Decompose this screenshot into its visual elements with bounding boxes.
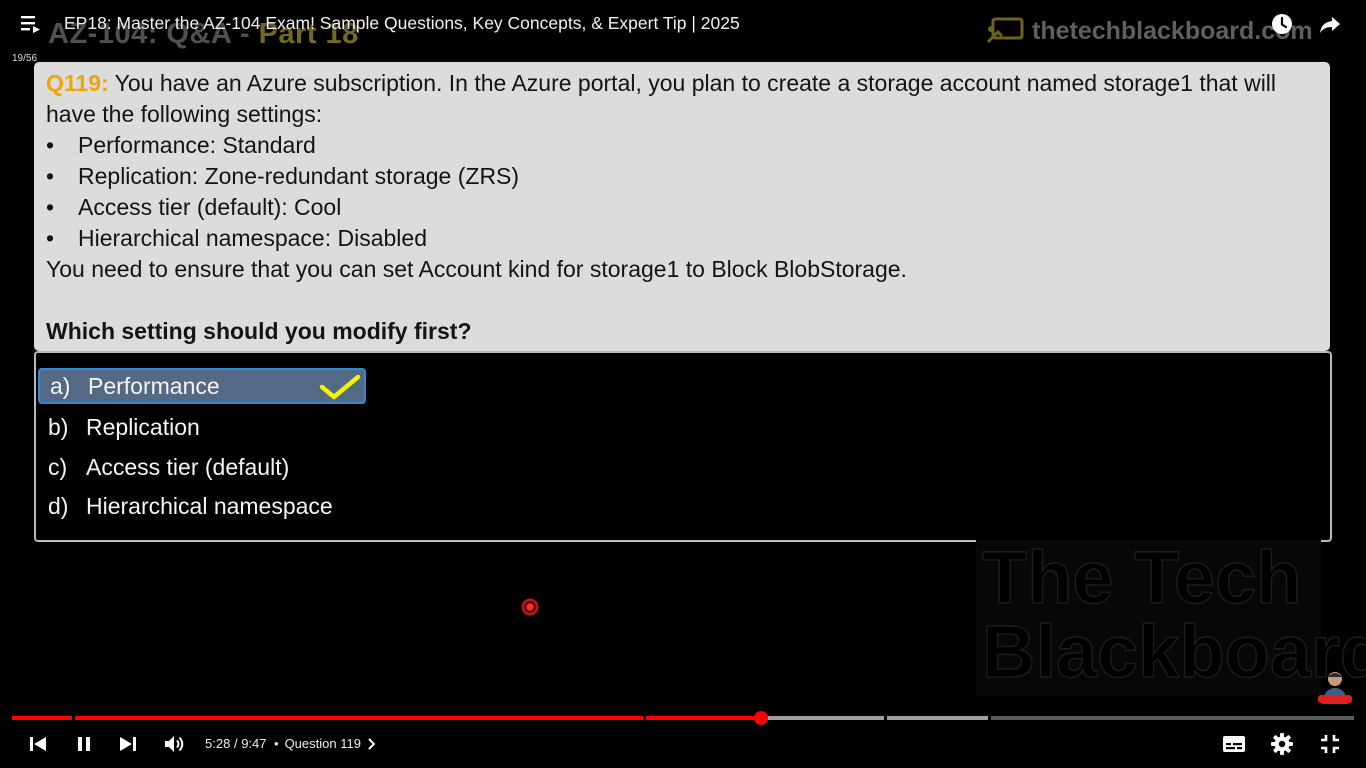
chapter-button[interactable]: • Question 119 xyxy=(274,736,375,751)
volume-icon[interactable] xyxy=(162,732,186,756)
blackboard-logo-icon xyxy=(986,17,1024,44)
watermark-line-2: Blackboard xyxy=(981,610,1366,693)
channel-avatar[interactable] xyxy=(1318,668,1352,704)
chapter-bullet: • xyxy=(274,736,279,751)
pause-icon[interactable] xyxy=(72,732,96,756)
skip-next-icon[interactable] xyxy=(116,732,140,756)
progress-bar[interactable] xyxy=(12,716,1354,720)
chevron-right-icon xyxy=(368,737,375,750)
share-arrow-icon[interactable] xyxy=(1318,12,1342,36)
gear-icon[interactable] xyxy=(1270,732,1294,756)
time-separator: / xyxy=(233,736,238,751)
setting-replication: Replication: Zone-redundant storage (ZRS… xyxy=(46,161,1318,192)
chapter-divider xyxy=(884,716,887,720)
time-display: 5:28 / 9:47 xyxy=(205,736,267,751)
watermark: The Tech Blackboard xyxy=(976,536,1366,696)
setting-hierarchical-namespace: Hierarchical namespace: Disabled xyxy=(46,223,1318,254)
answer-text: Access tier (default) xyxy=(86,453,290,480)
chapter-divider xyxy=(643,716,646,720)
question-number: Q119: xyxy=(46,70,109,96)
answer-option-c: c) Access tier (default) xyxy=(46,449,366,485)
setting-performance: Performance: Standard xyxy=(46,130,1318,161)
duration: 9:47 xyxy=(241,736,267,751)
answers-box: a) Performance b) Replication c) Access … xyxy=(34,351,1332,542)
answer-letter: d) xyxy=(48,492,69,519)
question-intro-line-1: Q119: You have an Azure subscription. In… xyxy=(46,68,1318,99)
exit-fullscreen-icon[interactable] xyxy=(1318,732,1342,756)
chapter-title: Question 119 xyxy=(284,736,361,751)
question-intro-line-2: have the following settings: xyxy=(46,101,323,127)
setting-access-tier: Access tier (default): Cool xyxy=(46,192,1318,223)
question-card: Q119: You have an Azure subscription. In… xyxy=(34,62,1330,351)
skip-previous-icon[interactable] xyxy=(26,732,50,756)
progress-played xyxy=(12,716,761,720)
playlist-position: 19/56 xyxy=(12,53,38,64)
checkmark-icon xyxy=(319,374,361,400)
subtitles-icon[interactable] xyxy=(1222,732,1246,756)
cursor-highlight xyxy=(521,598,539,616)
answer-option-a: a) Performance xyxy=(38,368,366,404)
progress-scrubber[interactable] xyxy=(753,711,768,725)
current-time: 5:28 xyxy=(205,736,231,751)
video-title[interactable]: EP18: Master the AZ-104 Exam! Sample Que… xyxy=(64,13,740,34)
answer-letter: c) xyxy=(48,453,68,480)
playlist-icon[interactable] xyxy=(20,14,42,34)
watermark-line-1: The Tech xyxy=(981,536,1302,619)
brand-logo: thetechblackboard.com xyxy=(986,16,1313,46)
answer-letter: b) xyxy=(48,413,69,440)
answer-text: Performance xyxy=(88,372,220,399)
chapter-divider xyxy=(72,716,75,720)
clock-icon[interactable] xyxy=(1270,12,1294,36)
answer-letter: a) xyxy=(50,372,71,399)
question-requirement: You need to ensure that you can set Acco… xyxy=(46,256,907,282)
settings-list: Performance: Standard Replication: Zone-… xyxy=(46,130,1318,254)
question-prompt: Which setting should you modify first? xyxy=(46,318,472,344)
question-intro: You have an Azure subscription. In the A… xyxy=(114,70,1277,96)
answer-option-b: b) Replication xyxy=(46,409,366,445)
answer-text: Replication xyxy=(86,413,200,440)
answer-option-d: d) Hierarchical namespace xyxy=(46,488,406,524)
chapter-divider xyxy=(988,716,991,720)
answer-text: Hierarchical namespace xyxy=(86,492,333,519)
